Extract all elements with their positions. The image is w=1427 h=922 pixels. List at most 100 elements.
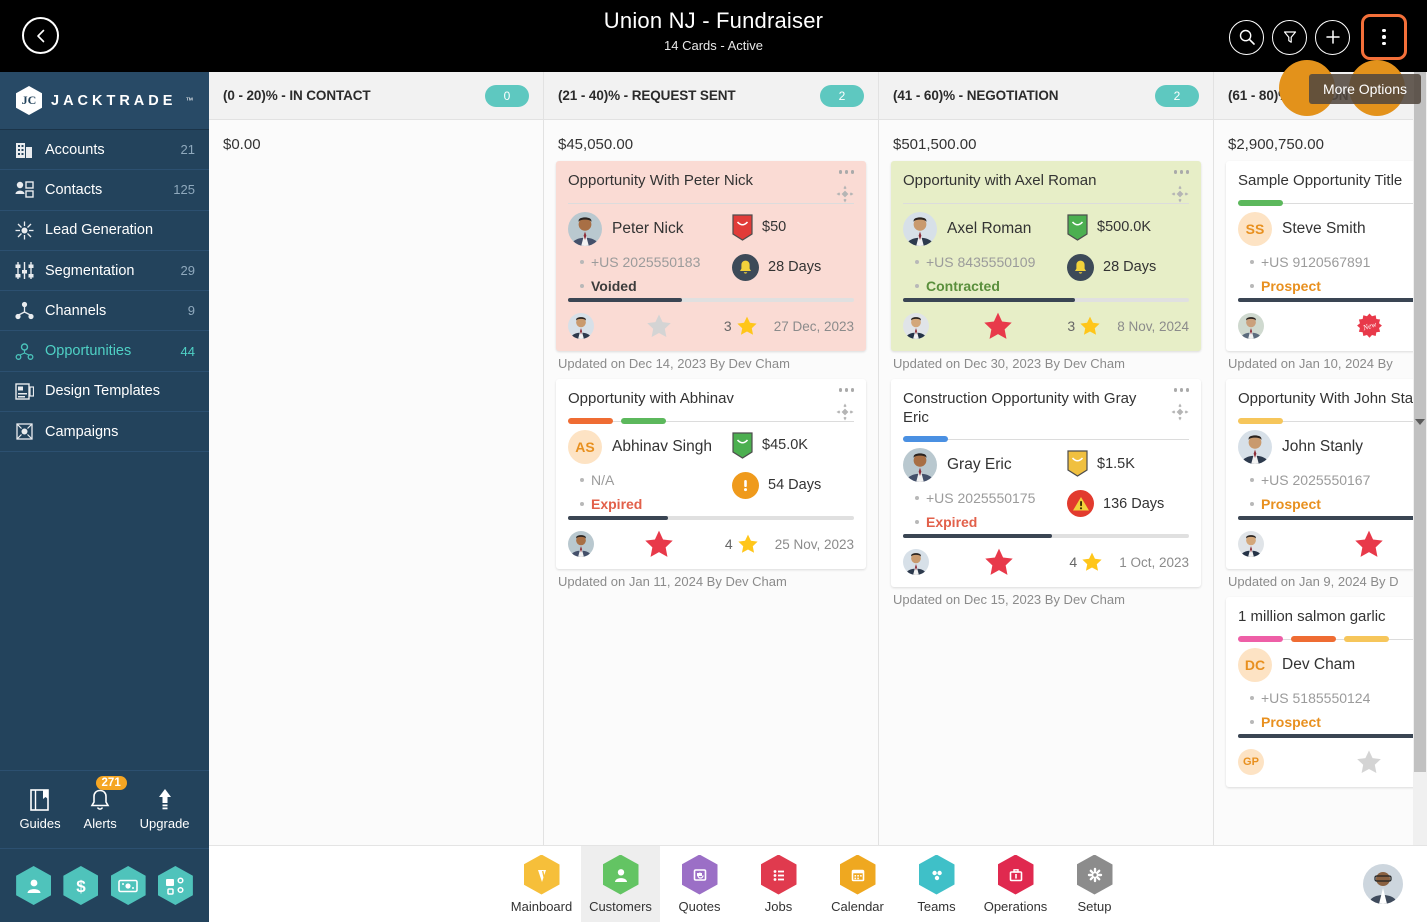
card-menu-icon[interactable] bbox=[838, 388, 854, 392]
sidebar: JC JACKTRADE ™ Accounts 21 Contacts 125 Lead… bbox=[0, 72, 209, 922]
card-rating-value: 3 bbox=[1067, 318, 1076, 334]
segmentation-icon bbox=[15, 261, 34, 280]
bottom-nav-quotes[interactable]: Quotes bbox=[660, 846, 739, 922]
bullet-icon bbox=[1250, 502, 1254, 506]
workflow-hex-button[interactable] bbox=[157, 866, 193, 905]
card-flag[interactable] bbox=[594, 312, 724, 340]
opportunity-card[interactable]: Opportunity with Abhinav AS Abhinav Singh N… bbox=[556, 379, 866, 569]
opportunity-card-wrapper: Opportunity with Abhinav AS Abhinav Singh N… bbox=[556, 379, 866, 589]
bottom-nav-label: Operations bbox=[983, 898, 1048, 914]
bottom-nav-operations[interactable]: Operations bbox=[976, 846, 1055, 922]
card-flag[interactable]: New bbox=[1264, 312, 1427, 340]
sidebar-tool-guides[interactable]: Guides bbox=[19, 788, 61, 831]
card-menu-icon[interactable] bbox=[1173, 170, 1189, 174]
bottom-nav-jobs[interactable]: Jobs bbox=[739, 846, 818, 922]
search-button[interactable] bbox=[1229, 19, 1264, 55]
card-phone-row: +US 2025550175 bbox=[903, 490, 1067, 506]
sidebar-item-accounts[interactable]: Accounts 21 bbox=[0, 130, 209, 171]
card-owner-avatar bbox=[568, 313, 594, 339]
bottom-nav-setup[interactable]: Setup bbox=[1055, 846, 1134, 922]
bottom-nav-label: Calendar bbox=[831, 898, 884, 914]
bullet-icon bbox=[1250, 696, 1254, 700]
column-total: $2,900,750.00 bbox=[1228, 136, 1324, 153]
opportunity-card[interactable]: Construction Opportunity with Gray Eric G… bbox=[891, 379, 1201, 588]
money-transfer-hex-button[interactable] bbox=[110, 866, 146, 905]
sidebar-item-channels[interactable]: Channels 9 bbox=[0, 291, 209, 332]
scroll-down-arrow-icon[interactable] bbox=[1414, 72, 1426, 772]
card-rating[interactable]: 4 bbox=[1069, 551, 1103, 573]
add-button[interactable] bbox=[1315, 19, 1350, 55]
opportunity-card[interactable]: 1 million salmon garlic DC Dev Cham +US 518… bbox=[1226, 597, 1427, 787]
star-icon[interactable] bbox=[736, 315, 758, 337]
star-rating-empty-icon[interactable] bbox=[1355, 748, 1383, 776]
card-progress-bar bbox=[903, 534, 1189, 539]
dollar-hex-button[interactable]: $ bbox=[63, 866, 99, 905]
book-icon bbox=[30, 789, 49, 811]
star-icon[interactable] bbox=[737, 533, 759, 555]
star-icon[interactable] bbox=[1079, 315, 1101, 337]
star-flag-red-icon[interactable] bbox=[984, 547, 1014, 577]
customers-icon bbox=[602, 854, 639, 895]
bottom-nav-calendar[interactable]: Calendar bbox=[818, 846, 897, 922]
star-flag-red-icon[interactable] bbox=[983, 311, 1013, 341]
opportunity-card-wrapper: Opportunity with Axel Roman Axel Roman +US… bbox=[891, 161, 1201, 371]
quotes-icon bbox=[693, 868, 706, 881]
card-tag[interactable] bbox=[1238, 636, 1283, 642]
card-menu-icon[interactable] bbox=[838, 170, 854, 174]
card-rating[interactable]: 3 bbox=[1067, 315, 1101, 337]
sidebar-item-opportunities[interactable]: Opportunities 44 bbox=[0, 331, 209, 372]
user-hex-icon bbox=[27, 879, 41, 893]
opportunity-card-wrapper: Construction Opportunity with Gray Eric G… bbox=[891, 379, 1201, 607]
filter-button[interactable] bbox=[1272, 19, 1307, 55]
card-tag[interactable] bbox=[621, 418, 666, 424]
card-rating[interactable]: 3 bbox=[724, 315, 758, 337]
card-rating[interactable]: 4 bbox=[725, 533, 759, 555]
opportunity-card[interactable]: Opportunity with Axel Roman Axel Roman +US… bbox=[891, 161, 1201, 351]
card-status: Prospect bbox=[1261, 496, 1321, 512]
app-root: Union NJ - Fundraiser 14 Cards - Active bbox=[0, 0, 1427, 922]
card-flag[interactable] bbox=[1264, 748, 1427, 776]
card-menu-icon[interactable] bbox=[1173, 388, 1189, 392]
sidebar-item-campaigns[interactable]: Campaigns bbox=[0, 412, 209, 453]
bottom-nav-mainboard[interactable]: Mainboard bbox=[502, 846, 581, 922]
star-icon[interactable] bbox=[1081, 551, 1103, 573]
sidebar-tool-alerts[interactable]: 271 Alerts bbox=[84, 776, 127, 831]
user-hex-button[interactable] bbox=[16, 866, 52, 905]
column-header: (41 - 60)% - NEGOTIATION 2 bbox=[879, 72, 1213, 120]
sidebar-item-design-templates[interactable]: Design Templates bbox=[0, 372, 209, 413]
card-tag[interactable] bbox=[1291, 636, 1336, 642]
brand-logo[interactable]: JC JACKTRADE ™ bbox=[0, 72, 209, 130]
card-tag[interactable] bbox=[1344, 636, 1389, 642]
opportunity-card[interactable]: Opportunity With John Stanly John Stanly +… bbox=[1226, 379, 1427, 569]
sidebar-item-segmentation[interactable]: Segmentation 29 bbox=[0, 251, 209, 292]
card-person-name: Dev Cham bbox=[1282, 656, 1356, 673]
card-rating-value: 4 bbox=[1069, 554, 1078, 571]
bottom-nav-teams[interactable]: Teams bbox=[897, 846, 976, 922]
bottom-nav-customers[interactable]: Customers bbox=[581, 845, 660, 922]
star-flag-red-icon[interactable] bbox=[644, 529, 674, 559]
opportunity-card[interactable]: Sample Opportunity Title SS Steve Smith +US… bbox=[1226, 161, 1427, 351]
card-tag[interactable] bbox=[1238, 418, 1283, 424]
card-drag-handle-icon[interactable] bbox=[1171, 403, 1189, 421]
page-title: Union NJ - Fundraiser bbox=[603, 8, 824, 33]
board-vertical-scrollbar[interactable] bbox=[1413, 72, 1427, 845]
more-options-button[interactable] bbox=[1361, 14, 1407, 60]
card-flag[interactable] bbox=[1264, 529, 1427, 559]
card-phone-row: +US 2025550183 bbox=[568, 254, 732, 270]
card-tag[interactable] bbox=[1238, 200, 1283, 206]
star-rating-empty-icon[interactable] bbox=[645, 312, 673, 340]
card-contact: DC Dev Cham +US 5185550124 Prospect bbox=[1238, 648, 1402, 730]
card-flag[interactable] bbox=[929, 547, 1069, 577]
sidebar-item-lead-generation[interactable]: Lead Generation bbox=[0, 211, 209, 251]
card-flag[interactable] bbox=[929, 311, 1067, 341]
card-progress-bar bbox=[1238, 298, 1427, 302]
user-avatar[interactable] bbox=[1363, 864, 1403, 904]
card-tag[interactable] bbox=[568, 418, 613, 424]
star-flag-red-icon[interactable] bbox=[1354, 529, 1384, 559]
opportunity-card[interactable]: Opportunity With Peter Nick Peter Nick +US… bbox=[556, 161, 866, 351]
card-flag[interactable] bbox=[594, 529, 725, 559]
sidebar-item-count: 29 bbox=[180, 263, 195, 279]
card-tag[interactable] bbox=[903, 436, 948, 443]
sidebar-tool-upgrade[interactable]: Upgrade bbox=[140, 788, 190, 831]
sidebar-item-contacts[interactable]: Contacts 125 bbox=[0, 170, 209, 211]
